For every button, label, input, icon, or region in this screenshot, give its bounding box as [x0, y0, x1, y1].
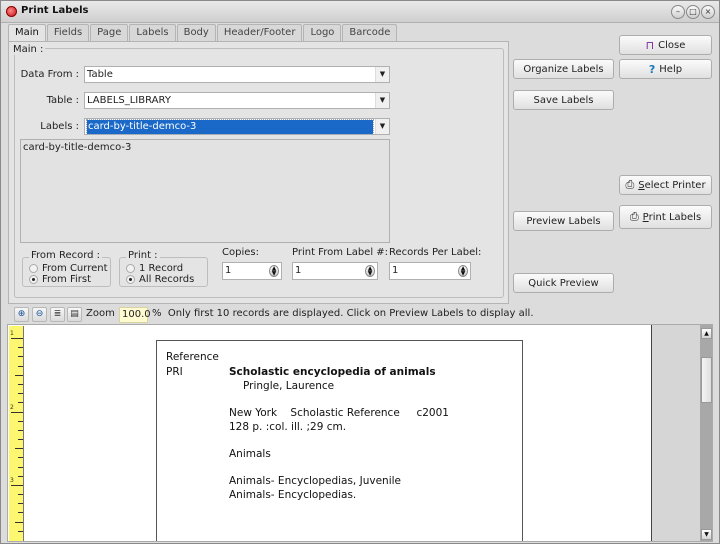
copies-spinner[interactable]: 1 ▲ ▼	[222, 262, 282, 280]
data-from-select[interactable]: Table ▼	[84, 66, 390, 83]
select-printer-button[interactable]: ⎙ Select Printer	[619, 175, 712, 195]
label-call-number: PRI	[166, 366, 183, 378]
minimize-button[interactable]: –	[671, 5, 685, 19]
preview-margin	[651, 325, 700, 541]
spinner-arrows-icon[interactable]: ▲ ▼	[365, 265, 375, 277]
vertical-scrollbar[interactable]: ▲ ▼	[700, 325, 712, 541]
tab-barcode[interactable]: Barcode	[342, 24, 398, 41]
chevron-down-icon[interactable]: ▼	[375, 119, 389, 134]
label-title: Scholastic encyclopedia of animals	[229, 366, 436, 378]
label-card: Reference PRI Scholastic encyclopedia of…	[156, 340, 523, 541]
table-label: Table :	[46, 95, 79, 106]
print-from-label-spinner[interactable]: 1 ▲ ▼	[292, 262, 378, 280]
page-icon[interactable]: ▤	[67, 307, 82, 322]
label-line-reference: Reference	[166, 351, 219, 363]
from-record-label: From Record :	[29, 250, 103, 261]
from-current-radio[interactable]: From Current	[29, 263, 108, 274]
organize-labels-button[interactable]: Organize Labels	[513, 59, 614, 79]
zoom-input[interactable]: 100.0	[119, 307, 151, 323]
print-from-label-label: Print From Label #:	[292, 247, 389, 258]
close-window-button[interactable]: ×	[701, 5, 715, 19]
from-first-radio[interactable]: From First	[29, 274, 91, 285]
from-record-group: From Record : From Current From First	[22, 250, 111, 287]
label-subject-2: Animals- Encyclopedias, Juvenile	[229, 475, 401, 487]
scroll-thumb[interactable]	[701, 357, 712, 403]
quick-preview-button[interactable]: Quick Preview	[513, 273, 614, 293]
main-group-label: Main :	[11, 44, 46, 55]
print-labels-button[interactable]: ⎙ Print Labels	[619, 205, 712, 229]
tab-bar: Main Fields Page Labels Body Header/Foot…	[8, 24, 398, 42]
records-per-label-label: Records Per Label:	[389, 247, 482, 258]
close-button[interactable]: ⊓ Close	[619, 35, 712, 55]
tab-fields[interactable]: Fields	[46, 24, 90, 41]
print-group: Print : 1 Record All Records	[119, 250, 208, 287]
save-labels-button[interactable]: Save Labels	[513, 90, 614, 110]
window-title: Print Labels	[21, 5, 89, 16]
scroll-down-icon[interactable]: ▼	[701, 529, 712, 540]
chevron-down-icon[interactable]: ▼	[375, 67, 389, 82]
labels-label: Labels :	[40, 121, 79, 132]
zoom-label: Zoom	[86, 308, 115, 319]
exit-door-icon: ⊓	[645, 38, 655, 52]
app-icon	[6, 6, 17, 17]
label-description-text: card-by-title-demco-3	[23, 142, 132, 153]
tab-body[interactable]: Body	[176, 24, 216, 41]
tab-header-footer[interactable]: Header/Footer	[216, 24, 303, 41]
table-select[interactable]: LABELS_LIBRARY ▼	[84, 92, 390, 109]
one-record-radio[interactable]: 1 Record	[126, 263, 183, 274]
data-from-label: Data From :	[20, 69, 79, 80]
label-subject-3: Animals- Encyclopedias.	[229, 489, 357, 501]
tab-labels[interactable]: Labels	[129, 24, 176, 41]
vertical-ruler: 1 2 3	[9, 326, 24, 541]
zoom-message: % Only first 10 records are displayed. C…	[152, 308, 534, 319]
label-physical: 128 p. :col. ill. ;29 cm.	[229, 421, 347, 433]
tab-logo[interactable]: Logo	[303, 24, 342, 41]
print-labels-window: Print Labels – □ × Main Fields Page Labe…	[0, 0, 720, 544]
print-label: Print :	[126, 250, 160, 261]
records-per-label-spinner[interactable]: 1 ▲ ▼	[389, 262, 471, 280]
scroll-up-icon[interactable]: ▲	[701, 328, 712, 339]
title-bar: Print Labels – □ ×	[1, 1, 719, 23]
maximize-button[interactable]: □	[686, 5, 700, 19]
tab-page[interactable]: Page	[90, 24, 129, 41]
label-publication: New York Scholastic Reference c2001	[229, 407, 449, 419]
preview-labels-button[interactable]: Preview Labels	[513, 211, 614, 231]
tab-main[interactable]: Main	[8, 24, 46, 42]
zoom-in-icon[interactable]: ⊕	[14, 307, 29, 322]
copies-label: Copies:	[222, 247, 259, 258]
all-records-radio[interactable]: All Records	[126, 274, 194, 285]
help-button[interactable]: ? Help	[619, 59, 712, 79]
label-author: Pringle, Laurence	[243, 380, 335, 392]
printer-icon: ⎙	[625, 178, 635, 191]
label-preview-pane: 1 2 3 Reference PRI Scholastic encyclope…	[7, 324, 713, 542]
label-subject: Animals	[229, 448, 271, 460]
zoom-toolbar: ⊕ ⊖ ≣ ▤ Zoom 100.0 % Only first 10 recor…	[1, 305, 719, 324]
question-mark-icon: ?	[648, 62, 656, 76]
label-description-area[interactable]: card-by-title-demco-3	[20, 139, 390, 243]
spinner-arrows-icon[interactable]: ▲ ▼	[269, 265, 279, 277]
chevron-down-icon[interactable]: ▼	[375, 93, 389, 108]
printer-icon: ⎙	[629, 210, 639, 223]
zoom-out-icon[interactable]: ⊖	[32, 307, 47, 322]
fit-width-icon[interactable]: ≣	[50, 307, 65, 322]
labels-select[interactable]: card-by-title-demco-3 ▼	[84, 118, 390, 135]
spinner-arrows-icon[interactable]: ▲ ▼	[458, 265, 468, 277]
